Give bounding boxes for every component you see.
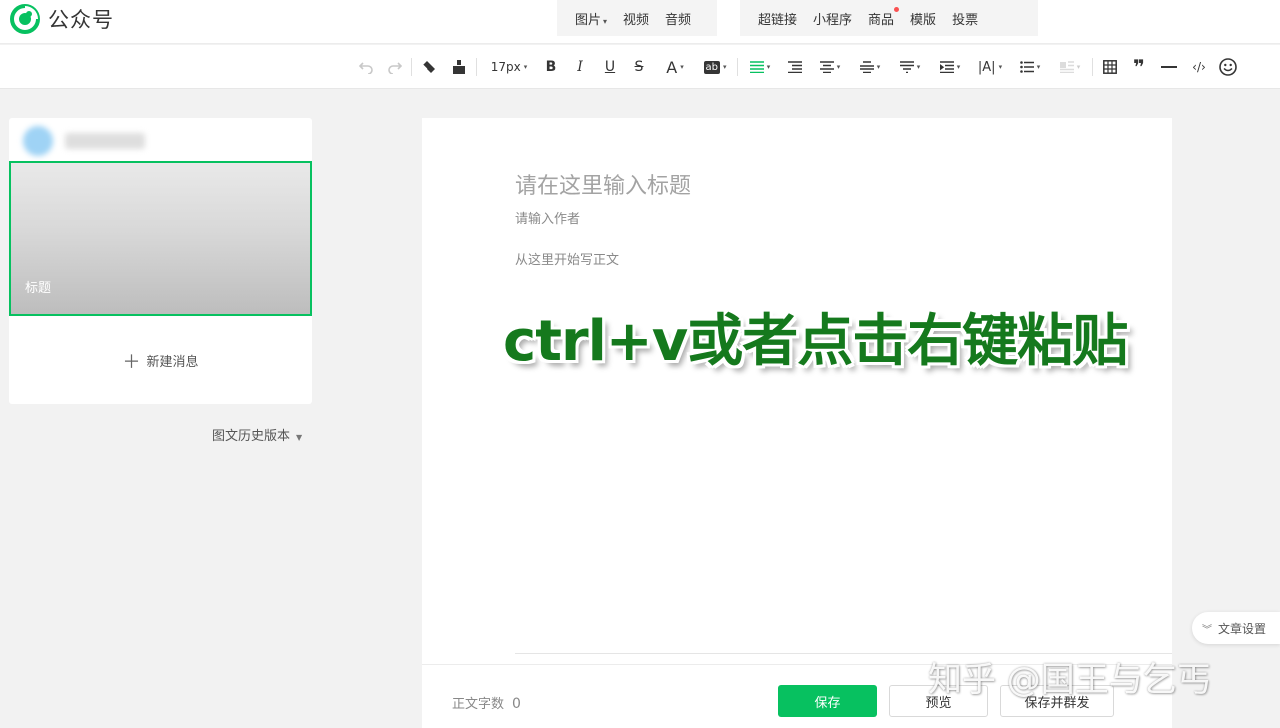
- indent-icon[interactable]: ▾: [936, 56, 964, 78]
- insert-media-group: 图片 ▾ 视频 音频: [557, 0, 717, 36]
- logo-text: 公众号: [48, 8, 114, 32]
- list-icon[interactable]: ▾: [1016, 56, 1044, 78]
- account-info: [23, 126, 145, 156]
- code-icon[interactable]: ‹/›: [1188, 56, 1210, 78]
- toolbar-divider: [1092, 58, 1093, 76]
- highlight-button[interactable]: ab ▾: [700, 56, 730, 78]
- align-center-icon[interactable]: ▾: [816, 56, 844, 78]
- account-name-blurred: [65, 133, 145, 149]
- article-list-panel: 标题 ＋新建消息: [9, 118, 312, 404]
- clear-format-icon[interactable]: [420, 56, 438, 78]
- save-button[interactable]: 保存: [778, 685, 877, 717]
- title-input[interactable]: 请在这里输入标题: [515, 168, 691, 200]
- table-icon[interactable]: [1101, 56, 1119, 78]
- caret-down-icon: ▾: [603, 16, 608, 26]
- insert-video[interactable]: 视频: [623, 9, 649, 28]
- line-height-icon[interactable]: ▾: [856, 56, 884, 78]
- bold-button[interactable]: B: [542, 56, 560, 78]
- avatar: [23, 126, 53, 156]
- italic-button[interactable]: I: [571, 56, 589, 78]
- insert-template[interactable]: 模版: [910, 9, 936, 28]
- toolbar-divider: [476, 58, 477, 76]
- top-bar: 公众号 图片 ▾ 视频 音频 超链接 小程序 商品 模版 投票: [0, 0, 1280, 44]
- emoji-icon[interactable]: [1218, 56, 1238, 78]
- article-cover-card[interactable]: 标题: [9, 161, 312, 316]
- article-settings-button[interactable]: ︾ 文章设置: [1192, 612, 1280, 644]
- redo-icon[interactable]: [386, 56, 404, 78]
- toolbar-divider: [411, 58, 412, 76]
- font-color-button[interactable]: A ▾: [660, 56, 690, 78]
- author-input[interactable]: 请输入作者: [515, 208, 580, 227]
- toolbar-divider: [737, 58, 738, 76]
- history-versions-dropdown[interactable]: 图文历史版本 ▼: [212, 425, 302, 444]
- insert-image[interactable]: 图片 ▾: [575, 9, 607, 28]
- insert-audio[interactable]: 音频: [665, 9, 691, 28]
- font-size-select[interactable]: 17px ▾: [486, 56, 532, 78]
- notification-dot: [894, 6, 900, 12]
- format-painter-icon[interactable]: [450, 56, 468, 78]
- new-message-button[interactable]: ＋新建消息: [9, 348, 312, 374]
- letter-spacing-icon[interactable]: |A| ▾: [976, 56, 1004, 78]
- strikethrough-button[interactable]: S: [630, 56, 648, 78]
- double-chevron-down-icon: ︾: [1202, 624, 1212, 636]
- editor-area: 请在这里输入标题 请输入作者 从这里开始写正文: [422, 118, 1172, 728]
- cover-title: 标题: [25, 281, 52, 296]
- format-toolbar: 17px ▾ B I U S A ▾ ab ▾ ▾ ▾ ▾ ▾ ▾ |A| ▾ ▾ ▾ …: [0, 45, 1280, 89]
- body-editor[interactable]: 从这里开始写正文: [515, 249, 619, 268]
- insert-link-group: 超链接 小程序 商品 模版 投票: [740, 0, 1038, 36]
- undo-icon[interactable]: [357, 56, 375, 78]
- insert-product[interactable]: 商品: [868, 6, 900, 28]
- word-count: 正文字数 0: [452, 696, 521, 712]
- wechat-official-logo-icon: [10, 4, 40, 34]
- quote-icon[interactable]: ❞: [1130, 55, 1148, 79]
- indent-left-icon[interactable]: [786, 56, 804, 78]
- insert-vote[interactable]: 投票: [952, 9, 978, 28]
- overlay-annotation-text: ctrl+v或者点击右键粘贴: [503, 309, 1128, 374]
- underline-button[interactable]: U: [601, 56, 619, 78]
- caret-down-icon: ▼: [296, 433, 303, 442]
- divider-icon[interactable]: [1160, 56, 1178, 78]
- watermark: 知乎 @国王与乞丐: [928, 660, 1211, 700]
- insert-miniprogram[interactable]: 小程序: [813, 9, 852, 28]
- align-icon[interactable]: ▾: [746, 56, 774, 78]
- logo[interactable]: 公众号: [10, 4, 114, 34]
- word-count-value: 0: [512, 696, 521, 712]
- paragraph-spacing-icon[interactable]: ▾: [896, 56, 924, 78]
- insert-hyperlink[interactable]: 超链接: [758, 9, 797, 28]
- plus-icon: ＋: [122, 352, 141, 373]
- float-icon[interactable]: ▾: [1056, 56, 1084, 78]
